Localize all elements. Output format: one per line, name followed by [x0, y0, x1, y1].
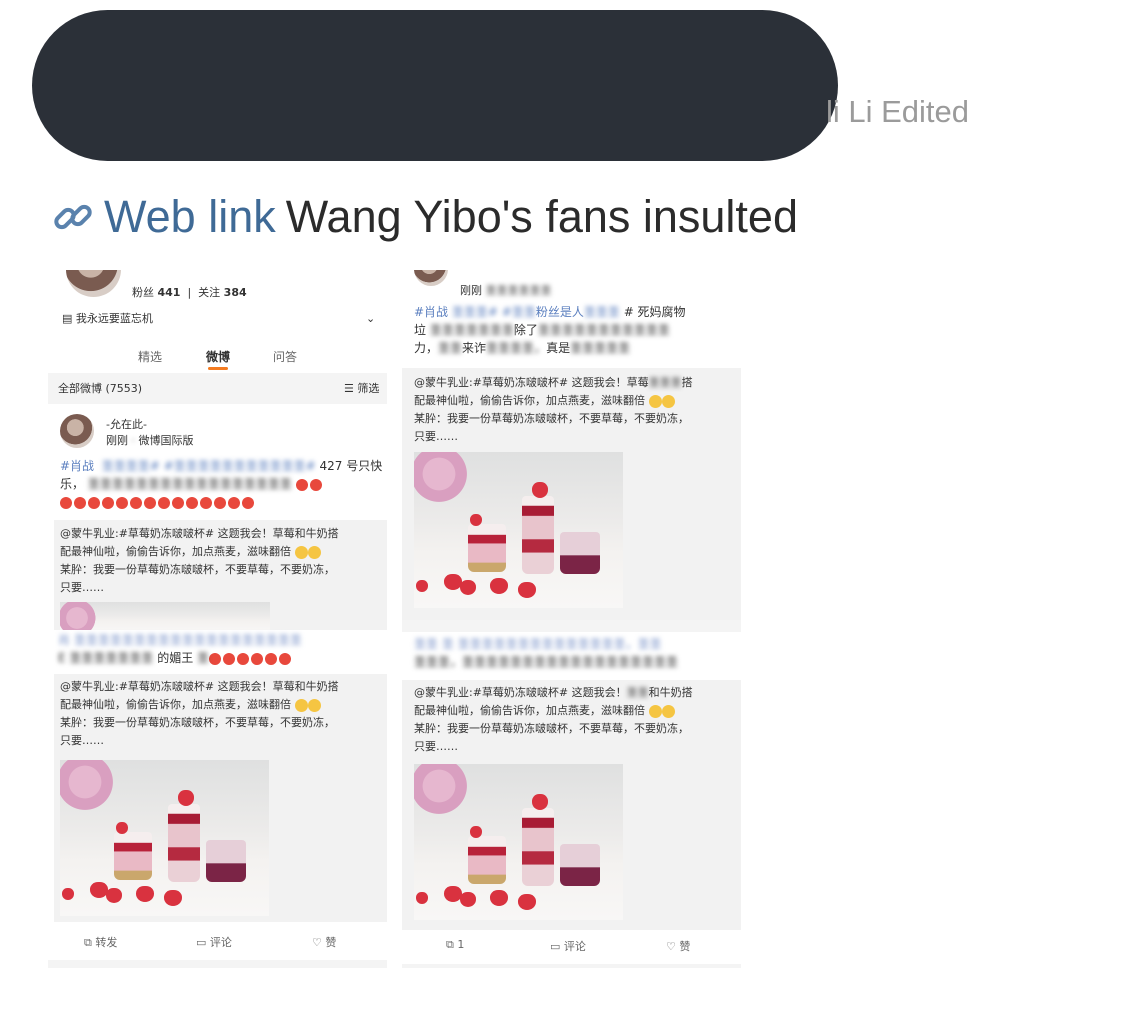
repost-line2: 配最神仙啦，偷偷告诉你，加点燕麦，滋味翻倍	[60, 543, 321, 560]
repost-line4: 只要……	[60, 581, 104, 594]
post-text-line1: #肖战 圣圣圣# #圣圣粉丝是人圣圣圣 # 死妈腐物	[414, 305, 686, 319]
repost-box-2: @蒙牛乳业:#草莓奶冻啵啵杯# 这题我会！草莓和牛奶搭 配最神仙啦，偷偷告诉你，…	[54, 674, 387, 922]
post-time: 刚刚 · 微博国际版	[106, 434, 194, 447]
post-card-2: 肖 圣圣圣圣圣圣圣圣圣圣圣圣圣圣圣圣圣圣圣 E 圣圣圣圣圣圣圣 的媚王 圣 @蒙…	[48, 630, 387, 960]
repost2-line2: 配最神仙啦，偷偷告诉你，加点燕麦，滋味翻倍	[60, 696, 321, 713]
repost-line4: 只要……	[414, 430, 458, 443]
tab-qa[interactable]: 问答	[273, 348, 297, 365]
dessert-photo	[414, 452, 623, 608]
post-text-line3: 力，圣圣来诈圣圣圣圣，真是圣圣圣圣圣	[414, 341, 631, 355]
comment-button[interactable]: ▭ 评论	[550, 938, 586, 954]
post-time: 刚刚 圣圣圣圣圣圣	[460, 284, 552, 297]
post-avatar	[60, 414, 94, 448]
repost2-line1: @蒙牛乳业:#草莓奶冻啵啵杯# 这题我会！圣圣和牛奶搭	[414, 686, 693, 699]
edited-byline: li Li Edited	[826, 94, 970, 129]
all-posts-count: 全部微博 (7553)	[58, 382, 143, 395]
profile-avatar	[66, 270, 121, 297]
left-weibo-screenshot: 粉丝 441 | 关注 384 ▤ 我永远要蓝忘机 ⌄ 精选 微博 问答 全部微…	[48, 270, 387, 980]
like-button[interactable]: ♡ 赞	[666, 938, 690, 954]
tab-weibo[interactable]: 微博	[206, 348, 230, 365]
dessert-photo-partial	[60, 602, 270, 632]
post2-line2: 圣圣圣，圣圣圣圣圣圣圣圣圣圣圣圣圣圣圣圣圣圣	[414, 655, 679, 669]
repost-button[interactable]: ⧉ 1	[446, 938, 464, 952]
repost-line3: 某肸：我要一份草莓奶冻啵啵杯，不要草莓，不要奶冻，	[414, 412, 689, 425]
repost-line1: @蒙牛乳业:#草莓奶冻啵啵杯# 这题我会！草莓圣圣圣搭	[414, 376, 693, 389]
repost-box-2: @蒙牛乳业:#草莓奶冻啵啵杯# 这题我会！圣圣和牛奶搭 配最神仙啦，偷偷告诉你，…	[402, 680, 741, 930]
post-avatar	[414, 270, 448, 286]
post-text-line2: 垃 圣圣圣圣圣圣圣除了圣圣圣圣圣圣圣圣圣圣圣	[414, 323, 670, 337]
profile-bio: ▤ 我永远要蓝忘机	[62, 312, 153, 325]
headline-title: Wang Yibo's fans insulted	[285, 191, 798, 242]
post-text-line2: 乐， 圣圣圣圣圣圣圣圣圣圣圣圣圣圣圣圣圣	[60, 476, 324, 493]
repost-line2: 配最神仙啦，偷偷告诉你，加点燕麦，滋味翻倍	[414, 392, 675, 409]
repost-button[interactable]: ⧉ 转发	[84, 934, 117, 950]
emoji-row	[60, 494, 256, 511]
chevron-down-icon[interactable]: ⌄	[366, 310, 375, 327]
repost2-line3: 某肸：我要一份草莓奶冻啵啵杯，不要草莓，不要奶冻，	[414, 722, 689, 735]
right-post-card-1: 刚刚 圣圣圣圣圣圣 #肖战 圣圣圣# #圣圣粉丝是人圣圣圣 # 死妈腐物 垃 圣…	[402, 270, 741, 620]
tab-underline	[208, 367, 228, 370]
post2-line2: E 圣圣圣圣圣圣圣 的媚王 圣	[58, 650, 293, 667]
next-post-stub	[48, 968, 387, 980]
post2-line1: 圣圣 圣 圣圣圣圣圣圣圣圣圣圣圣圣圣圣，圣圣	[414, 637, 662, 651]
repost2-line1: @蒙牛乳业:#草莓奶冻啵啵杯# 这题我会！草莓和牛奶搭	[60, 680, 339, 693]
post-username[interactable]: -允在此-	[106, 416, 147, 433]
profile-stats: 粉丝 441 | 关注 384	[132, 286, 247, 299]
repost2-line4: 只要……	[414, 740, 458, 753]
tab-featured[interactable]: 精选	[138, 348, 162, 365]
repost2-line2: 配最神仙啦，偷偷告诉你，加点燕麦，滋味翻倍	[414, 702, 675, 719]
post2-line1: 肖 圣圣圣圣圣圣圣圣圣圣圣圣圣圣圣圣圣圣圣	[58, 633, 302, 647]
repost-line1: @蒙牛乳业:#草莓奶冻啵啵杯# 这题我会！草莓和牛奶搭	[60, 527, 339, 540]
repost-box-1: @蒙牛乳业:#草莓奶冻啵啵杯# 这题我会！草莓圣圣圣搭 配最神仙啦，偷偷告诉你，…	[402, 368, 741, 620]
repost2-line4: 只要……	[60, 734, 104, 747]
repost2-line3: 某肸：我要一份草莓奶冻啵啵杯，不要草莓，不要奶冻，	[60, 716, 335, 729]
filter-button[interactable]: ☰ 筛选	[344, 380, 379, 397]
repost-line3: 某肸：我要一份草莓奶冻啵啵杯，不要草莓，不要奶冻，	[60, 563, 335, 576]
post-text-line1: #肖战 圣圣圣圣# #圣圣圣圣圣圣圣圣圣圣圣# 427 号只快	[60, 459, 383, 473]
comment-button[interactable]: ▭ 评论	[196, 934, 232, 950]
dessert-photo	[60, 760, 269, 916]
redaction-bar	[32, 10, 838, 161]
like-button[interactable]: ♡ 赞	[312, 934, 336, 950]
right-weibo-screenshot: 刚刚 圣圣圣圣圣圣 #肖战 圣圣圣# #圣圣粉丝是人圣圣圣 # 死妈腐物 垃 圣…	[402, 270, 741, 968]
web-link[interactable]: Web link	[104, 191, 276, 243]
link-icon[interactable]	[52, 196, 94, 238]
profile-header: 粉丝 441 | 关注 384 ▤ 我永远要蓝忘机 ⌄ 精选 微博 问答	[48, 270, 387, 373]
headline-row: Web link Wang Yibo's fans insulted	[52, 190, 798, 244]
dessert-photo	[414, 764, 623, 920]
right-post-card-2: 圣圣 圣 圣圣圣圣圣圣圣圣圣圣圣圣圣圣，圣圣 圣圣圣，圣圣圣圣圣圣圣圣圣圣圣圣圣…	[402, 632, 741, 964]
